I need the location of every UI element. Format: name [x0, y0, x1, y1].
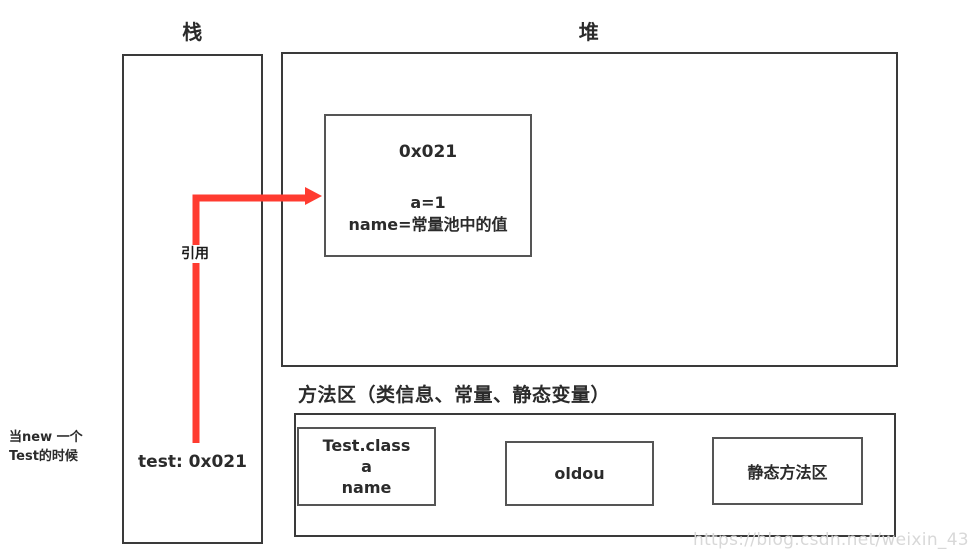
heap-object-box: 0x021 a=1 name=常量池中的值 — [324, 114, 532, 257]
diagram-canvas: 栈 堆 方法区（类信息、常量、静态变量） 0x021 a=1 name=常量池中… — [0, 0, 969, 558]
class-box-line-2: a — [361, 457, 372, 476]
method-area-constant-box: oldou — [505, 441, 654, 506]
new-instance-annotation: 当new 一个 Test的时候 — [9, 428, 114, 466]
method-area-static-box: 静态方法区 — [712, 437, 863, 505]
heap-object-field-name: name=常量池中的值 — [348, 215, 508, 234]
static-box-label: 静态方法区 — [747, 463, 828, 482]
reference-arrow-label: 引用 — [180, 245, 210, 263]
new-instance-annotation-line-1: 当new 一个 — [9, 430, 83, 445]
stack-variable-entry: test: 0x021 — [138, 452, 247, 472]
method-area-title: 方法区（类信息、常量、静态变量） — [298, 384, 611, 406]
heap-object-address: 0x021 — [398, 142, 458, 162]
constant-box-label: oldou — [554, 464, 605, 483]
class-box-line-3: name — [341, 478, 392, 497]
stack-region-title: 栈 — [182, 20, 203, 44]
method-area-class-box: Test.class a name — [297, 427, 436, 506]
new-instance-annotation-line-2: Test的时候 — [9, 449, 78, 464]
heap-region-title: 堆 — [578, 20, 600, 44]
heap-object-field-a: a=1 — [410, 193, 446, 212]
class-box-line-1: Test.class — [322, 436, 411, 455]
watermark-text: https://blog.csdn.net/weixin_43246215 — [693, 530, 969, 550]
